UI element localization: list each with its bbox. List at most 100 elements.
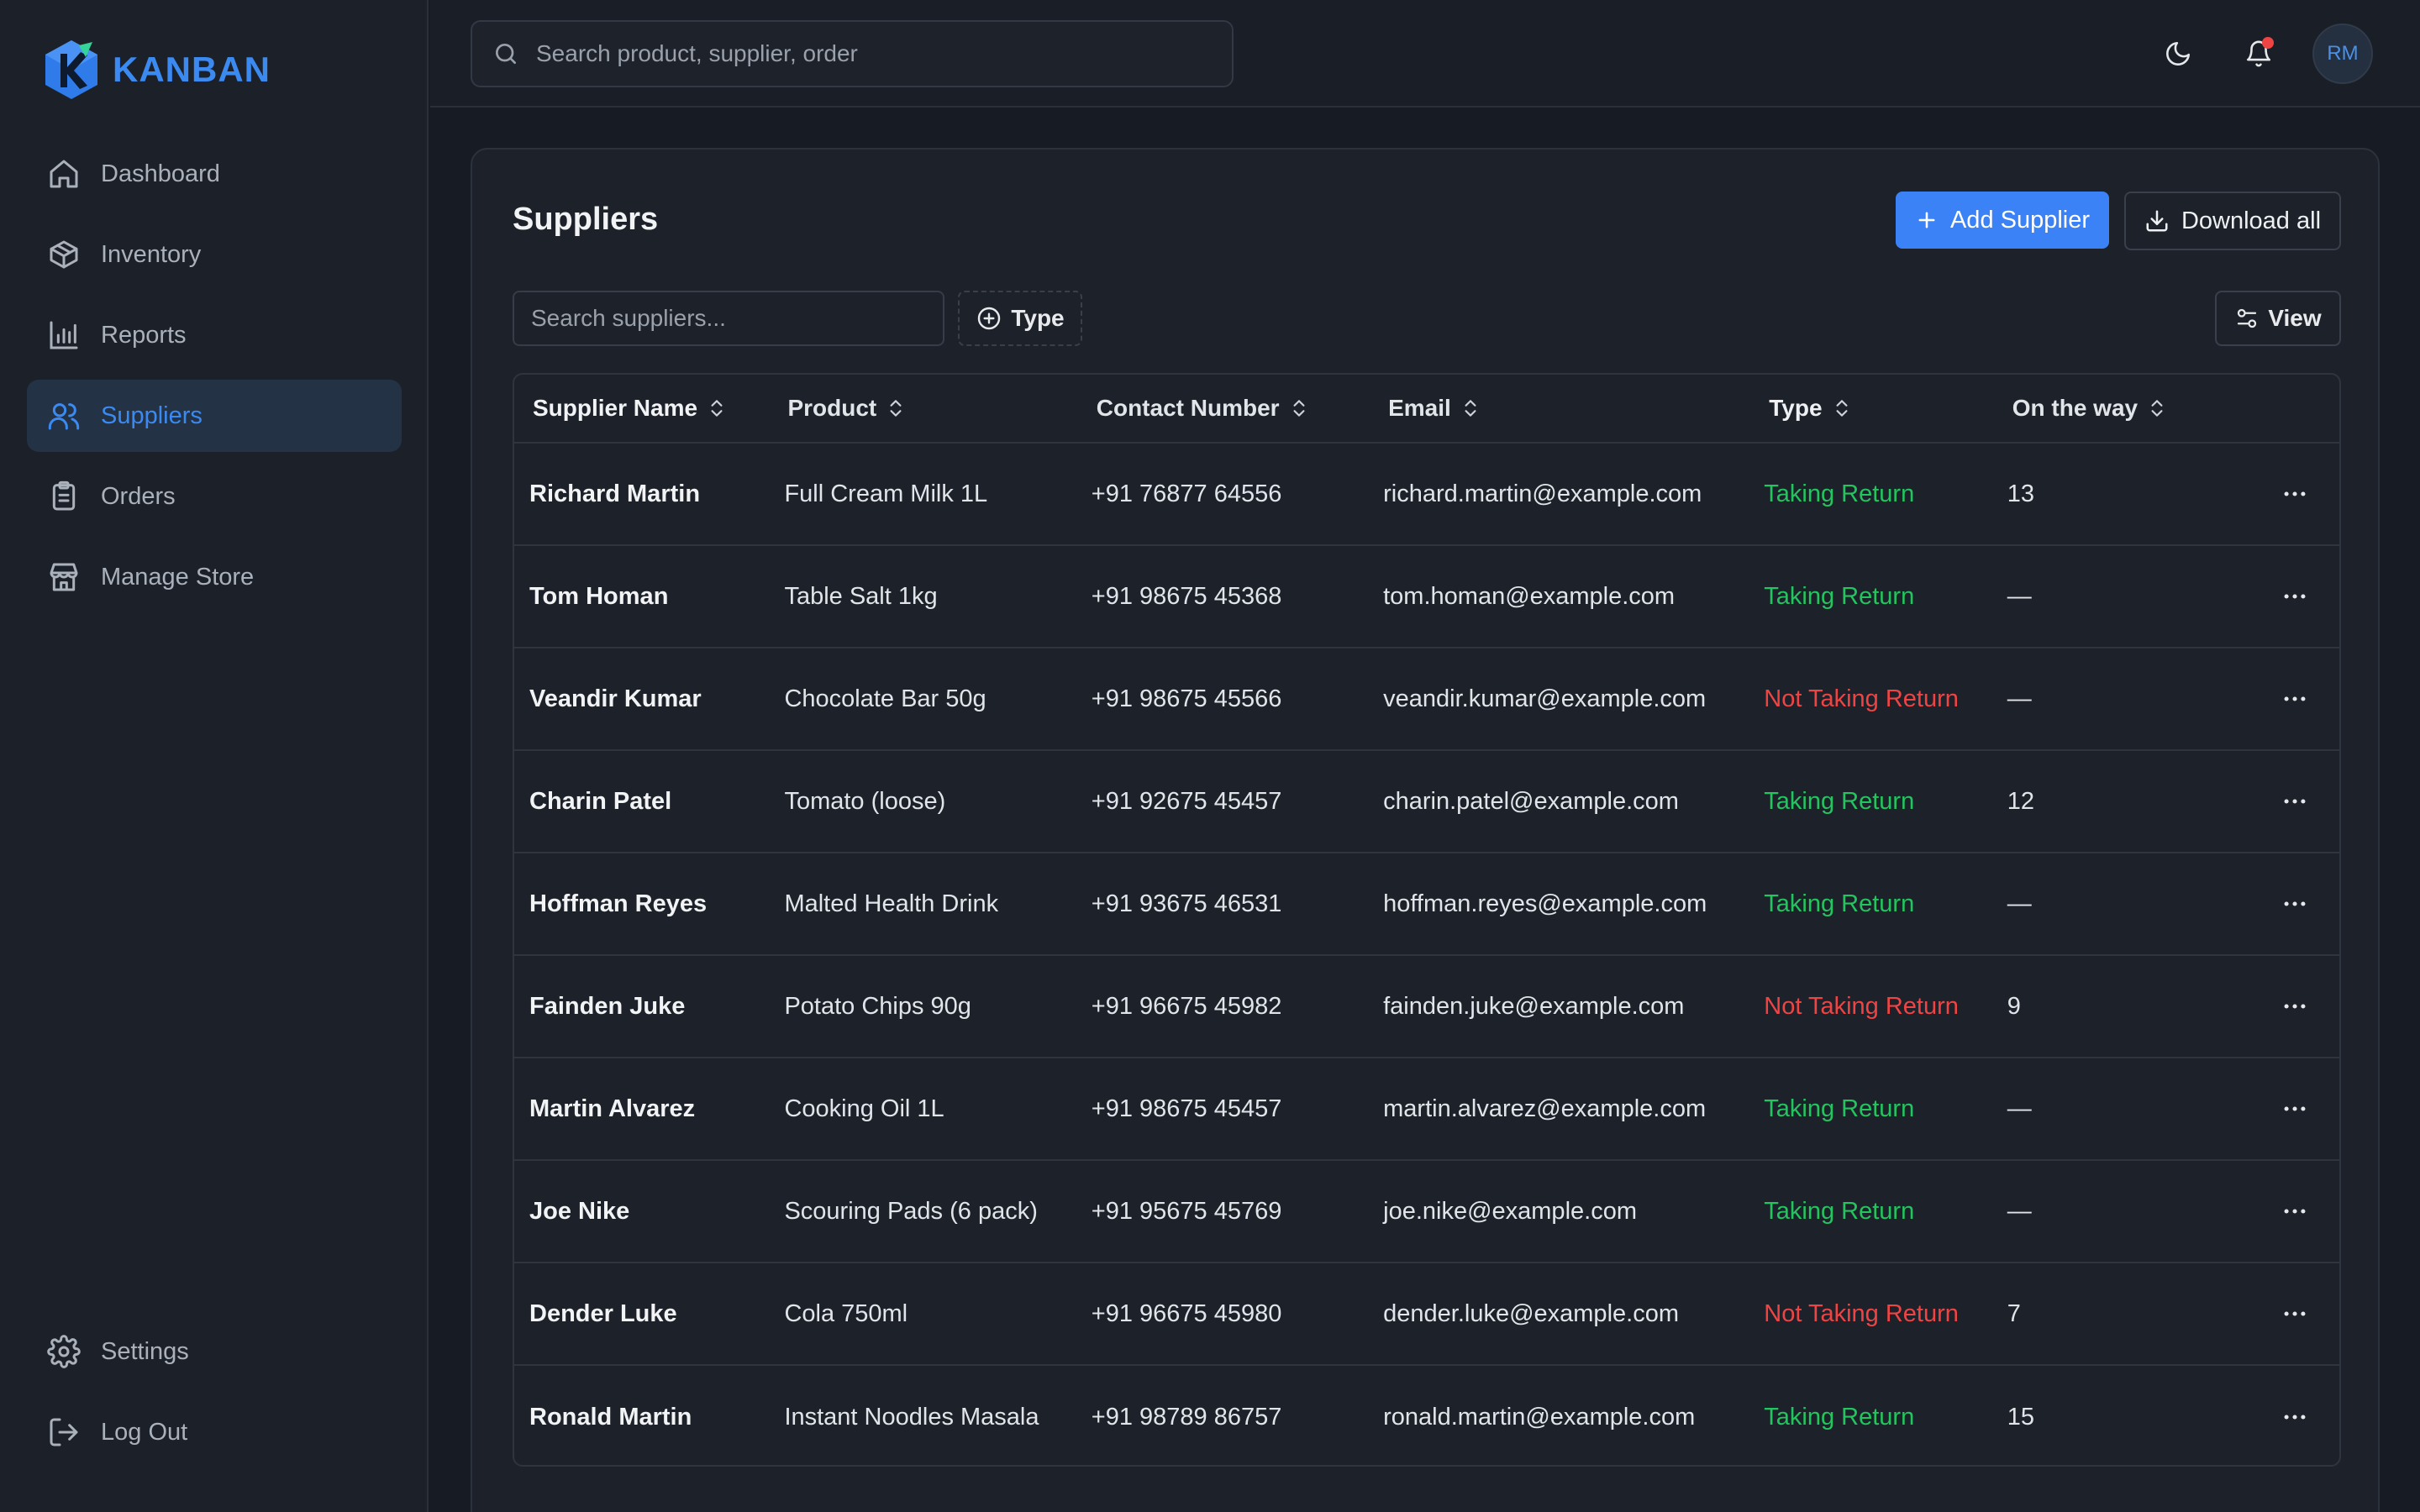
sliders-icon [2238, 308, 2257, 328]
add-supplier-button[interactable]: Add Supplier [1896, 192, 2109, 249]
row-actions-button[interactable] [2250, 582, 2339, 611]
download-all-label: Download all [2181, 207, 2322, 234]
type-filter-label: Type [1011, 305, 1065, 331]
row-actions-button[interactable] [2250, 685, 2339, 713]
clipboard-icon [52, 480, 76, 511]
users-icon [48, 403, 80, 430]
table-row[interactable]: Dender Luke Cola 750ml +91 96675 45980 d… [514, 1263, 2339, 1366]
cell-email: tom.homan@example.com [1383, 582, 1676, 610]
table-header: Supplier Name Product Contact Number Ema… [514, 375, 2339, 444]
row-actions-button[interactable] [2250, 1197, 2339, 1226]
cell-supplier-name: Hoffman Reyes [529, 890, 708, 917]
more-horizontal-icon [2284, 491, 2306, 496]
column-header-product[interactable]: Product [784, 395, 1091, 422]
table-row[interactable]: Veandir Kumar Chocolate Bar 50g +91 9867… [514, 648, 2339, 751]
cell-product: Tomato (loose) [784, 787, 946, 815]
view-options-label: View [2268, 305, 2322, 331]
package-icon [50, 240, 78, 269]
table-row[interactable]: Hoffman Reyes Malted Health Drink +91 93… [514, 853, 2339, 956]
sidebar-item-dashboard[interactable]: Dashboard [27, 138, 402, 210]
sidebar-item-settings[interactable]: Settings [27, 1315, 402, 1388]
cell-contact-number: +91 98675 45368 [1091, 582, 1282, 610]
more-horizontal-icon [2284, 1106, 2306, 1111]
sidebar-item-manage-store[interactable]: Manage Store [27, 541, 402, 613]
sort-icon [1293, 400, 1305, 417]
cell-supplier-name: Joe Nike [529, 1197, 630, 1225]
download-all-button[interactable]: Download all [2124, 192, 2341, 250]
cell-contact-number: +91 98789 86757 [1091, 1403, 1282, 1431]
more-horizontal-icon [2284, 1415, 2306, 1420]
brand-logo[interactable]: KANBAN [42, 39, 271, 101]
global-search-input[interactable] [536, 40, 1225, 67]
sidebar-item-reports[interactable]: Reports [27, 299, 402, 371]
bar-chart-icon [50, 321, 78, 349]
column-header-label: Contact Number [1096, 395, 1280, 421]
cell-product: Scouring Pads (6 pack) [784, 1197, 1038, 1225]
table-row[interactable]: Ronald Martin Instant Noodles Masala +91… [514, 1366, 2339, 1465]
cell-email: richard.martin@example.com [1383, 480, 1702, 507]
table-row[interactable]: Charin Patel Tomato (loose) +91 92675 45… [514, 751, 2339, 853]
column-header-on-the-way[interactable]: On the way [2007, 395, 2250, 422]
search-icon [496, 44, 516, 64]
theme-toggle-button[interactable] [2144, 20, 2212, 87]
cell-email: charin.patel@example.com [1383, 787, 1679, 815]
column-header-label: Product [787, 395, 877, 421]
column-header-supplier-name[interactable]: Supplier Name [514, 395, 784, 422]
table-row[interactable]: Fainden Juke Potato Chips 90g +91 96675 … [514, 956, 2339, 1058]
sidebar-bottom-nav: Settings Log Out [27, 1315, 402, 1477]
view-options-button[interactable]: View [2215, 291, 2341, 346]
cell-supplier-name: Veandir Kumar [529, 685, 702, 712]
sidebar-item-label: Suppliers [101, 402, 203, 429]
cell-contact-number: +91 95675 45769 [1091, 1197, 1282, 1225]
cell-type: Not Taking Return [1764, 992, 1959, 1020]
cell-type: Taking Return [1764, 480, 1915, 507]
column-header-label: On the way [2012, 395, 2139, 421]
row-actions-button[interactable] [2250, 1403, 2339, 1431]
suppliers-table: Supplier Name Product Contact Number Ema… [513, 373, 2341, 1467]
home-icon [50, 160, 78, 188]
sidebar-nav: Dashboard Inventory Reports Suppliers Or… [27, 138, 402, 622]
sidebar-item-suppliers[interactable]: Suppliers [27, 380, 402, 452]
column-header-type[interactable]: Type [1764, 395, 2007, 422]
row-actions-button[interactable] [2250, 480, 2339, 508]
cell-contact-number: +91 92675 45457 [1091, 787, 1282, 815]
cell-contact-number: +91 98675 45566 [1091, 685, 1282, 712]
sort-icon [1465, 400, 1476, 417]
sort-icon [890, 400, 902, 417]
sidebar-item-label: Reports [101, 321, 187, 349]
cell-supplier-name: Fainden Juke [529, 992, 686, 1020]
sidebar-item-label: Log Out [101, 1418, 188, 1446]
avatar[interactable]: RM [2312, 24, 2373, 84]
sort-icon [711, 400, 723, 417]
cell-email: hoffman.reyes@example.com [1383, 890, 1707, 917]
type-filter-button[interactable]: Type [958, 291, 1082, 346]
table-row[interactable]: Tom Homan Table Salt 1kg +91 98675 45368… [514, 546, 2339, 648]
download-icon [2146, 210, 2168, 232]
store-icon [50, 563, 78, 591]
cell-type: Not Taking Return [1764, 1299, 1959, 1327]
cell-type: Taking Return [1764, 1197, 1915, 1225]
cell-on-the-way: — [2007, 685, 2032, 712]
table-row[interactable]: Martin Alvarez Cooking Oil 1L +91 98675 … [514, 1058, 2339, 1161]
table-row[interactable]: Richard Martin Full Cream Milk 1L +91 76… [514, 444, 2339, 546]
row-actions-button[interactable] [2250, 992, 2339, 1021]
global-search[interactable] [471, 20, 1234, 87]
row-actions-button[interactable] [2250, 890, 2339, 918]
sidebar-item-logout[interactable]: Log Out [27, 1396, 402, 1468]
supplier-search-input[interactable] [513, 291, 944, 346]
cell-email: ronald.martin@example.com [1383, 1403, 1696, 1431]
more-horizontal-icon [2284, 901, 2306, 906]
sidebar-item-inventory[interactable]: Inventory [27, 218, 402, 291]
row-actions-button[interactable] [2250, 787, 2339, 816]
cell-product: Instant Noodles Masala [784, 1403, 1039, 1431]
row-actions-button[interactable] [2250, 1095, 2339, 1123]
row-actions-button[interactable] [2250, 1299, 2339, 1328]
sidebar-item-label: Inventory [101, 240, 202, 268]
column-header-email[interactable]: Email [1383, 395, 1764, 422]
notifications-button[interactable] [2225, 20, 2292, 87]
table-row[interactable]: Joe Nike Scouring Pads (6 pack) +91 9567… [514, 1161, 2339, 1263]
sidebar-item-label: Orders [101, 482, 176, 510]
column-header-contact-number[interactable]: Contact Number [1092, 395, 1383, 422]
sidebar-item-orders[interactable]: Orders [27, 460, 402, 533]
add-supplier-label: Add Supplier [1949, 206, 2091, 234]
